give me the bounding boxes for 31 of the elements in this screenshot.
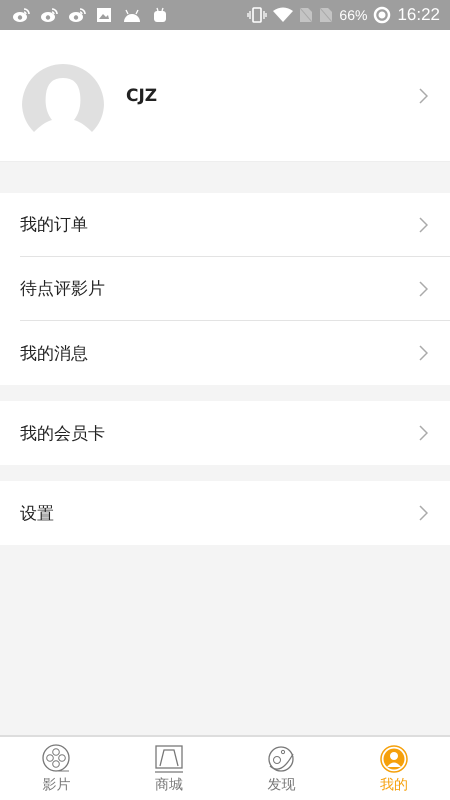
stage-icon [154,744,184,774]
weibo-icon [40,7,58,23]
battery-percent: 66% [339,7,368,23]
chevron-icon [419,505,428,521]
vibrate-icon [247,7,268,23]
planet-icon [266,744,296,774]
chevron-icon [419,345,428,361]
chevron-icon [419,216,428,232]
clock: 16:22 [397,5,440,25]
tab[interactable]: 发现 [225,737,338,800]
sim-icon [319,7,334,23]
menu-item[interactable]: 待点评影片 [20,257,450,321]
sim-icon [299,7,314,23]
tab[interactable]: 商城 [112,737,225,800]
weibo-icon [12,7,30,23]
chevron-icon [419,425,428,441]
user-name: CJZ [126,86,158,106]
robot-icon [152,7,168,23]
menu-item[interactable]: 我的订单 [20,193,450,257]
profile-row[interactable]: CJZ [0,30,450,162]
menu-item[interactable]: 我的消息 [20,321,450,385]
user-icon [378,744,409,774]
image-icon [96,7,112,23]
chevron-icon [419,280,428,296]
android-icon [122,7,142,23]
wifi-icon [273,7,294,23]
chevron-icon [419,88,428,104]
film-reel-icon [41,744,72,774]
battery-icon [373,6,392,24]
tab[interactable]: 影片 [0,737,112,800]
weibo-icon [68,7,86,23]
